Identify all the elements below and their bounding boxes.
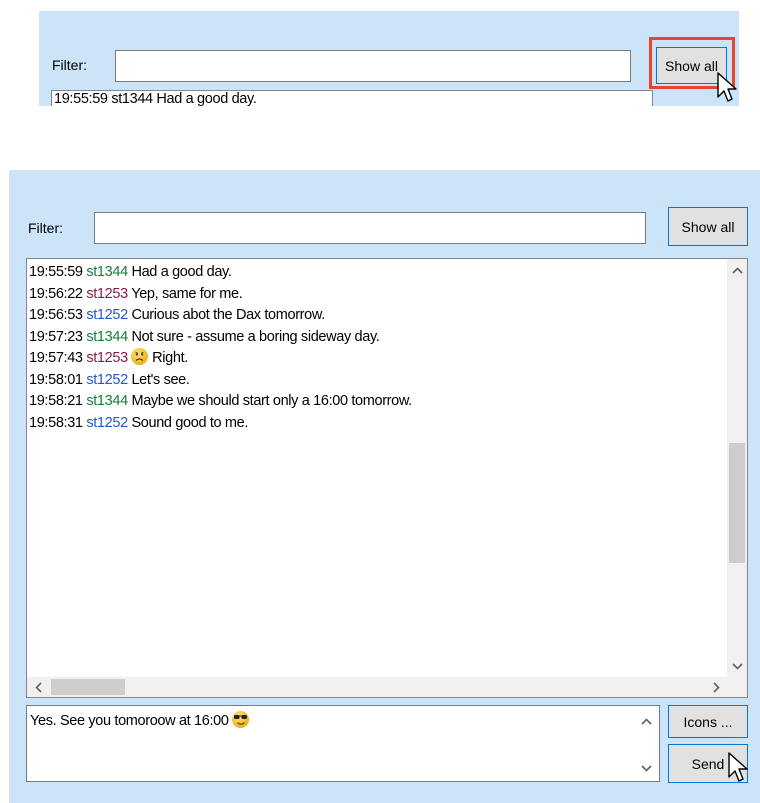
message-compose-input[interactable]: Yes. See you tomoroow at 16:00 <box>26 705 660 782</box>
message-row: 19:55:59 st1344 Had a good day. <box>29 262 727 284</box>
compose-scroll-down-icon[interactable] <box>637 759 655 777</box>
show-all-label: Show all <box>681 218 735 235</box>
message-row: 19:56:22 st1253 Yep, same for me. <box>29 284 727 306</box>
message-text: Curious abot the Dax tomorrow. <box>131 307 325 323</box>
vertical-scroll-thumb[interactable] <box>729 443 745 563</box>
icons-button[interactable]: Icons ... <box>668 705 748 738</box>
message-row: 19:56:53 st1252 Curious abot the Dax tom… <box>29 305 727 327</box>
message-user: st1252 <box>86 371 128 388</box>
message-time: 19:58:31 <box>29 414 83 431</box>
message-row: 19:58:31 st1252 Sound good to me. <box>29 413 727 435</box>
message-time: 19:56:53 <box>29 307 83 323</box>
message-user: st1253 <box>86 285 128 302</box>
message-user: st1344 <box>86 393 128 409</box>
partial-message: 19:55:59 st1344 Had a good day. <box>54 91 257 106</box>
message-text: Sound good to me. <box>131 414 249 431</box>
message-user: st1252 <box>86 307 128 323</box>
message-text: Right. <box>152 350 188 366</box>
message-row: 19:57:23 st1344 Not sure - assume a bori… <box>29 327 727 349</box>
compose-text: Yes. See you tomoroow at 16:00 <box>30 711 250 729</box>
filter-label: Filter: <box>28 220 63 236</box>
message-text: Not sure - assume a boring sideway day. <box>131 328 380 345</box>
sad-face-icon <box>131 348 149 365</box>
scroll-down-icon[interactable] <box>727 655 747 677</box>
message-text: Maybe we should start only a 16:00 tomor… <box>131 393 412 409</box>
message-row: 19:58:01 st1252 Let's see. <box>29 370 727 392</box>
mouse-cursor-icon <box>717 72 737 102</box>
message-time: 19:57:43 <box>29 350 83 366</box>
scroll-right-icon[interactable] <box>705 677 727 697</box>
message-row: 19:57:43 st1253 Right. <box>29 348 727 370</box>
chat-list-crop: 19:55:59 st1344 Had a good day. <box>51 90 653 106</box>
message-time: 19:56:22 <box>29 285 83 302</box>
icons-label: Icons ... <box>683 713 733 730</box>
filter-label: Filter: <box>52 57 87 73</box>
message-time: 19:55:59 <box>29 264 83 280</box>
show-all-button[interactable]: Show all <box>668 207 748 246</box>
message-time: 19:58:21 <box>29 393 83 409</box>
filter-input[interactable] <box>94 212 646 244</box>
message-text: Let's see. <box>131 371 190 388</box>
filter-input[interactable] <box>115 50 631 82</box>
message-user: st1344 <box>86 328 128 345</box>
message-row: 19:58:21 st1344 Maybe we should start on… <box>29 391 727 413</box>
horizontal-scrollbar[interactable] <box>27 677 747 697</box>
message-time: 19:58:01 <box>29 371 83 388</box>
message-user: st1252 <box>86 414 128 431</box>
chat-message-list[interactable]: 19:55:59 st1344 Had a good day. 19:56:22 … <box>26 258 748 698</box>
top-chat-panel-crop: Filter: Show all 19:55:59 st1344 Had a g… <box>39 11 739 106</box>
messages-container: 19:55:59 st1344 Had a good day. 19:56:22 … <box>29 262 727 434</box>
message-text: Yep, same for me. <box>131 285 243 302</box>
send-label: Send <box>691 755 725 772</box>
compose-scroll-up-icon[interactable] <box>637 712 655 730</box>
message-user: st1344 <box>86 264 128 280</box>
scroll-up-icon[interactable] <box>727 259 747 281</box>
cool-sunglasses-icon <box>232 711 250 728</box>
message-time: 19:57:23 <box>29 328 83 345</box>
mouse-cursor-icon <box>728 752 748 782</box>
message-text: Had a good day. <box>131 264 232 280</box>
compose-text-value: Yes. See you tomoroow at 16:00 <box>30 713 229 729</box>
message-user: st1253 <box>86 350 128 366</box>
scroll-left-icon[interactable] <box>27 677 49 697</box>
chat-panel: Filter: Show all 19:55:59 st1344 Had a g… <box>9 170 760 803</box>
vertical-scrollbar[interactable] <box>727 259 747 677</box>
horizontal-scroll-thumb[interactable] <box>51 679 125 695</box>
